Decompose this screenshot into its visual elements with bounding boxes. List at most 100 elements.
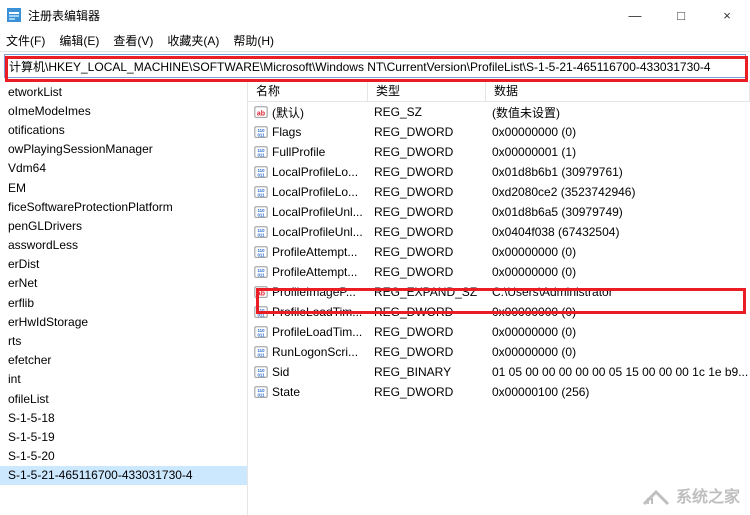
value-name: 110011State (248, 385, 368, 399)
address-text: 计算机\HKEY_LOCAL_MACHINE\SOFTWARE\Microsof… (9, 58, 711, 75)
value-data: 0x01d8b6b1 (30979761) (486, 165, 750, 179)
value-row[interactable]: 110011LocalProfileLo...REG_DWORD0x01d8b6… (248, 162, 750, 182)
address-bar[interactable]: 计算机\HKEY_LOCAL_MACHINE\SOFTWARE\Microsof… (4, 54, 746, 78)
svg-text:011: 011 (257, 392, 265, 397)
value-row[interactable]: 110011StateREG_DWORD0x00000100 (256) (248, 382, 750, 402)
value-name: 110011ProfileAttempt... (248, 245, 368, 259)
list-panel: 名称 类型 数据 ab(默认)REG_SZ(数值未设置)110011FlagsR… (248, 80, 750, 515)
value-name: 110011ProfileLoadTim... (248, 305, 368, 319)
value-type: REG_BINARY (368, 365, 486, 379)
tree-node[interactable]: oImeModeImes (0, 101, 247, 120)
tree-node[interactable]: penGLDrivers (0, 216, 247, 235)
tree-node[interactable]: erHwIdStorage (0, 312, 247, 331)
value-row[interactable]: 110011LocalProfileLo...REG_DWORD0xd2080c… (248, 182, 750, 202)
svg-text:ab: ab (257, 291, 265, 298)
tree-node[interactable]: erDist (0, 255, 247, 274)
value-data: 0x00000000 (0) (486, 125, 750, 139)
value-data: 0x00000000 (0) (486, 305, 750, 319)
minimize-button[interactable]: — (612, 0, 658, 30)
value-type: REG_EXPAND_SZ (368, 285, 486, 299)
value-type: REG_SZ (368, 105, 486, 119)
menu-edit[interactable]: 编辑(E) (59, 32, 99, 49)
value-row[interactable]: 110011ProfileLoadTim...REG_DWORD0x000000… (248, 302, 750, 322)
value-data: 0x00000000 (0) (486, 345, 750, 359)
value-type: REG_DWORD (368, 305, 486, 319)
value-row[interactable]: 110011ProfileAttempt...REG_DWORD0x000000… (248, 242, 750, 262)
svg-text:011: 011 (257, 212, 265, 217)
col-type[interactable]: 类型 (368, 80, 486, 101)
tree-node[interactable]: int (0, 370, 247, 389)
value-name: 110011Flags (248, 125, 368, 139)
tree-node[interactable]: asswordLess (0, 236, 247, 255)
value-data: 0x01d8b6a5 (30979749) (486, 205, 750, 219)
window-buttons: — □ × (612, 0, 750, 30)
svg-text:011: 011 (257, 312, 265, 317)
tree-node[interactable]: S-1-5-19 (0, 427, 247, 446)
tree-node[interactable]: S-1-5-20 (0, 447, 247, 466)
value-row[interactable]: 110011LocalProfileUnl...REG_DWORD0x0404f… (248, 222, 750, 242)
value-row[interactable]: 110011FullProfileREG_DWORD0x00000001 (1) (248, 142, 750, 162)
menu-view[interactable]: 查看(V) (113, 32, 153, 49)
tree-node[interactable]: otifications (0, 120, 247, 139)
tree-node[interactable]: owPlayingSessionManager (0, 140, 247, 159)
value-data: 0x00000000 (0) (486, 245, 750, 259)
svg-text:ab: ab (257, 111, 265, 118)
svg-text:011: 011 (257, 232, 265, 237)
value-type: REG_DWORD (368, 265, 486, 279)
svg-text:011: 011 (257, 152, 265, 157)
tree-node[interactable]: ficeSoftwareProtectionPlatform (0, 197, 247, 216)
tree-node[interactable]: efetcher (0, 351, 247, 370)
value-row[interactable]: 110011FlagsREG_DWORD0x00000000 (0) (248, 122, 750, 142)
value-data: 0x00000100 (256) (486, 385, 750, 399)
svg-text:011: 011 (257, 372, 265, 377)
tree-panel[interactable]: etworkListoImeModeImesotificationsowPlay… (0, 80, 248, 515)
value-row[interactable]: ab(默认)REG_SZ(数值未设置) (248, 102, 750, 122)
list-rows: ab(默认)REG_SZ(数值未设置)110011FlagsREG_DWORD0… (248, 102, 750, 402)
menubar: 文件(F) 编辑(E) 查看(V) 收藏夹(A) 帮助(H) (0, 30, 750, 52)
list-header: 名称 类型 数据 (248, 80, 750, 102)
value-data: 0x0404f038 (67432504) (486, 225, 750, 239)
col-data[interactable]: 数据 (486, 80, 750, 101)
tree-node[interactable]: ofileList (0, 389, 247, 408)
value-data: 0x00000001 (1) (486, 145, 750, 159)
value-type: REG_DWORD (368, 125, 486, 139)
tree-node[interactable]: EM (0, 178, 247, 197)
value-data: 01 05 00 00 00 00 00 05 15 00 00 00 1c 1… (486, 365, 750, 379)
value-name: 110011ProfileAttempt... (248, 265, 368, 279)
value-row[interactable]: 110011ProfileAttempt...REG_DWORD0x000000… (248, 262, 750, 282)
tree-node[interactable]: erflib (0, 293, 247, 312)
svg-text:011: 011 (257, 332, 265, 337)
value-type: REG_DWORD (368, 165, 486, 179)
value-row[interactable]: 110011ProfileLoadTim...REG_DWORD0x000000… (248, 322, 750, 342)
value-row[interactable]: 110011RunLogonScri...REG_DWORD0x00000000… (248, 342, 750, 362)
value-row[interactable]: 110011SidREG_BINARY01 05 00 00 00 00 00 … (248, 362, 750, 382)
close-button[interactable]: × (704, 0, 750, 30)
menu-help[interactable]: 帮助(H) (233, 32, 274, 49)
tree-node[interactable]: S-1-5-18 (0, 408, 247, 427)
value-data: C:\Users\Administrator (486, 285, 750, 299)
menu-fav[interactable]: 收藏夹(A) (167, 32, 219, 49)
tree-node[interactable]: S-1-5-21-465116700-433031730-4 (0, 466, 247, 485)
col-name[interactable]: 名称 (248, 80, 368, 101)
tree-node[interactable]: Vdm64 (0, 159, 247, 178)
menu-file[interactable]: 文件(F) (6, 32, 45, 49)
svg-text:011: 011 (257, 132, 265, 137)
value-name: 110011ProfileLoadTim... (248, 325, 368, 339)
tree-node[interactable]: erNet (0, 274, 247, 293)
value-row[interactable]: 110011LocalProfileUnl...REG_DWORD0x01d8b… (248, 202, 750, 222)
tree-node[interactable]: rts (0, 331, 247, 350)
tree-node[interactable]: etworkList (0, 82, 247, 101)
window-title: 注册表编辑器 (28, 7, 612, 24)
value-type: REG_DWORD (368, 245, 486, 259)
svg-text:011: 011 (257, 272, 265, 277)
value-row[interactable]: abProfileImageP...REG_EXPAND_SZC:\Users\… (248, 282, 750, 302)
value-type: REG_DWORD (368, 325, 486, 339)
main-split: etworkListoImeModeImesotificationsowPlay… (0, 80, 750, 515)
value-name: 110011LocalProfileUnl... (248, 225, 368, 239)
value-name: abProfileImageP... (248, 285, 368, 299)
titlebar: 注册表编辑器 — □ × (0, 0, 750, 30)
value-name: 110011LocalProfileUnl... (248, 205, 368, 219)
svg-text:011: 011 (257, 172, 265, 177)
value-name: ab(默认) (248, 104, 368, 121)
maximize-button[interactable]: □ (658, 0, 704, 30)
